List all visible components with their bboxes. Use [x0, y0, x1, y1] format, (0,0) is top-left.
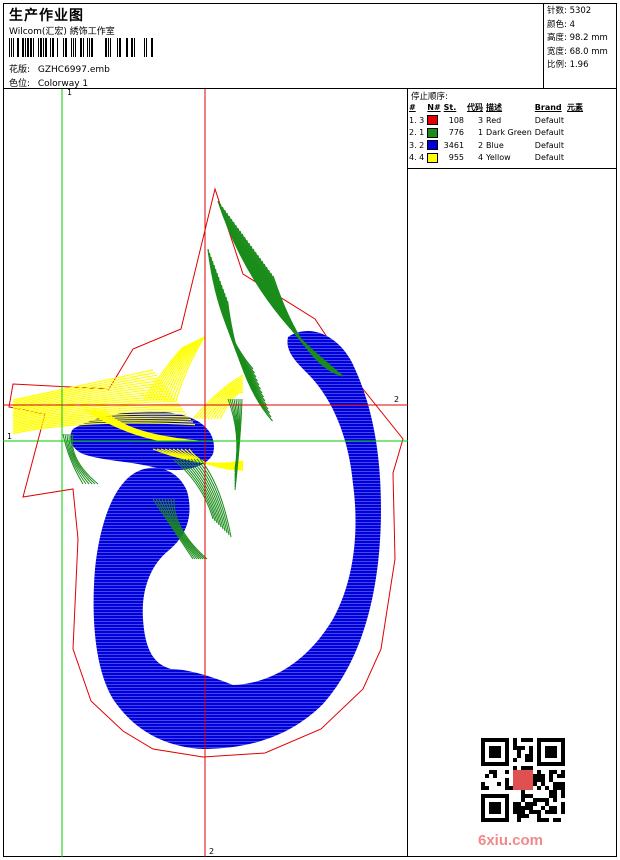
table-cell: 1. 3 — [409, 115, 425, 125]
design-file-row: 花版: GZHC6997.emb — [9, 62, 110, 75]
color-swatch — [427, 152, 439, 163]
table-cell: 4. 4 — [409, 153, 425, 163]
color-swatch — [427, 140, 439, 151]
guide-label-h1: 1 — [7, 432, 13, 441]
page-title: 生产作业图 — [9, 8, 84, 24]
column-header: 元素 — [567, 103, 584, 112]
table-cell: Default — [534, 128, 565, 138]
guide-label-v1: 1 — [67, 88, 73, 97]
column-header: Brand — [534, 103, 562, 112]
barcode-icon — [9, 38, 153, 57]
column-header: # — [409, 103, 416, 112]
table-cell: 4 — [477, 153, 484, 163]
embroidery-preview: 1 1 2 2 — [3, 88, 408, 857]
table-cell: Dark Green — [486, 128, 532, 138]
stat-row: 宽度: 68.0 mm — [547, 46, 608, 57]
table-cell: 108 — [448, 115, 465, 125]
table-cell: 776 — [448, 128, 465, 138]
guide-label-v2: 2 — [209, 847, 215, 856]
table-cell: Yellow — [486, 153, 511, 163]
table-cell: Blue — [486, 140, 504, 150]
stat-row: 针数: 5302 — [547, 6, 592, 16]
table-row: 2. 1 776 1 Dark Green Default — [409, 127, 586, 140]
stop-sequence-panel: 停止顺序: # N# St. 代码 描述 Brand 元素 1. 3 108 3 Red Defau… — [408, 89, 617, 169]
stat-row: 比例: 1.96 — [547, 60, 589, 70]
stats-list: 针数: 5302 颜色: 4 高度: 98.2 mm 宽度: 68.0 mm 比例: 1… — [547, 5, 608, 73]
table-cell: 3 — [477, 115, 484, 125]
header-info: 生产作业图 Wilcom(汇宏) 綉饰工作室 花版: GZHC6997.emb … — [3, 3, 544, 89]
colorway-row: 色位: Colorway 1 — [9, 76, 88, 89]
watermark: 6xiu.com — [478, 832, 544, 849]
color-swatch — [427, 115, 439, 126]
table-cell: 3. 2 — [409, 140, 425, 150]
colorway-label: 色位: — [9, 79, 31, 89]
color-swatch-cell — [427, 139, 443, 152]
stat-row: 高度: 98.2 mm — [547, 33, 608, 43]
color-swatch-cell — [427, 152, 443, 165]
table-cell: Default — [534, 115, 565, 125]
table-cell: Default — [534, 140, 565, 150]
column-header: St. — [443, 103, 457, 112]
stop-sequence-table: # N# St. 代码 描述 Brand 元素 1. 3 108 3 Red Default 2. 1… — [409, 101, 586, 164]
company-name: Wilcom(汇宏) 綉饰工作室 — [9, 27, 115, 37]
table-cell: 3461 — [443, 140, 465, 150]
design-label: 花版: — [9, 65, 31, 75]
design-file: GZHC6997.emb — [37, 65, 110, 75]
column-header: 描述 — [486, 103, 503, 112]
table-cell: 1 — [477, 128, 484, 138]
table-cell — [567, 114, 586, 127]
table-cell — [567, 139, 586, 152]
table-cell — [567, 127, 586, 140]
guide-label-h2: 2 — [394, 395, 400, 404]
color-swatch-cell — [427, 127, 443, 140]
table-cell: 2. 1 — [409, 128, 425, 138]
stat-row: 颜色: 4 — [547, 19, 575, 30]
color-swatch-cell — [427, 114, 443, 127]
color-swatch — [427, 127, 439, 138]
table-cell — [567, 152, 586, 165]
table-cell: Red — [486, 115, 502, 125]
table-row: 1. 3 108 3 Red Default — [409, 114, 586, 127]
column-header: N# — [427, 103, 441, 112]
table-header-row: # N# St. 代码 描述 Brand 元素 — [409, 101, 586, 114]
table-row: 4. 4 955 4 Yellow Default — [409, 152, 586, 165]
colorway-value: Colorway 1 — [37, 79, 89, 89]
qr-code-icon — [481, 738, 565, 822]
table-row: 3. 2 3461 2 Blue Default — [409, 139, 586, 152]
table-cell: 2 — [477, 140, 484, 150]
table-cell: Default — [534, 153, 565, 163]
embroidery-drawing — [3, 89, 408, 857]
design-stats: 针数: 5302 颜色: 4 高度: 98.2 mm 宽度: 68.0 mm 比例: 1… — [544, 3, 617, 89]
column-header: 代码 — [467, 103, 484, 112]
table-cell: 955 — [448, 153, 465, 163]
